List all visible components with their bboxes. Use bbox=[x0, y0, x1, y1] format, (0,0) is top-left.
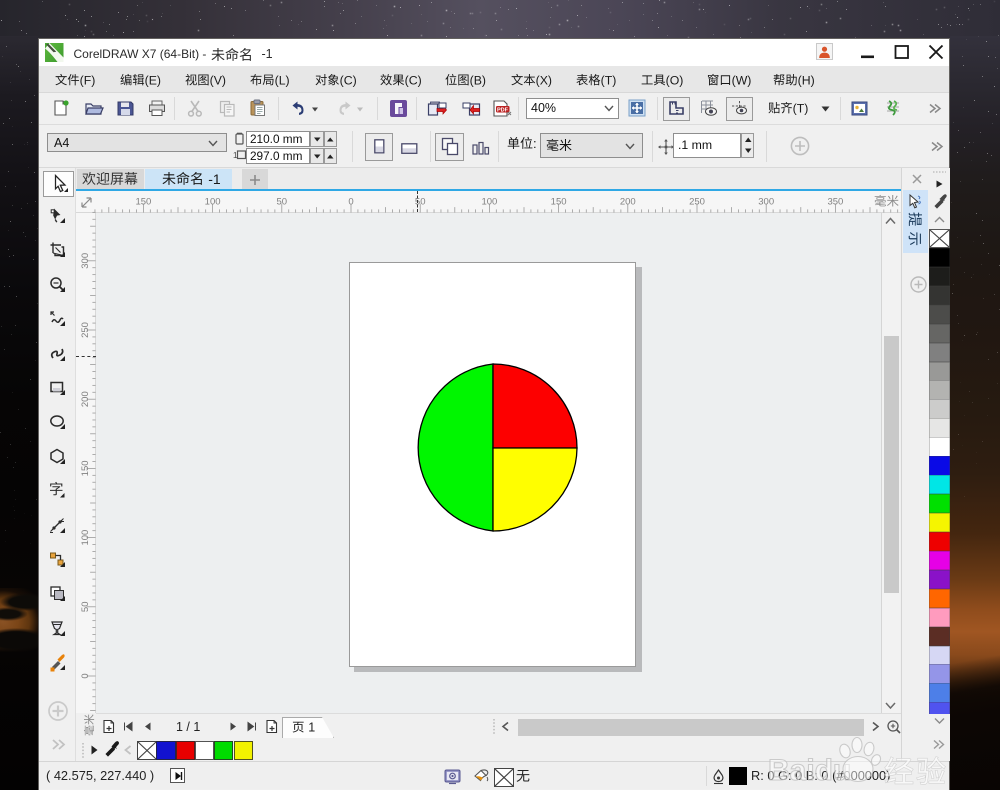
svg-text:150: 150 bbox=[135, 197, 151, 208]
svg-text:150: 150 bbox=[551, 197, 567, 208]
svg-text:(L): (L) bbox=[275, 73, 290, 87]
svg-text:350: 350 bbox=[827, 197, 843, 208]
svg-text:(O): (O) bbox=[666, 73, 684, 87]
svg-text::: : bbox=[533, 136, 537, 151]
svg-text:200: 200 bbox=[620, 197, 636, 208]
svg-text:100: 100 bbox=[205, 197, 221, 208]
svg-text:(F): (F) bbox=[80, 73, 96, 87]
svg-text:300: 300 bbox=[80, 253, 91, 269]
svg-text:(C): (C) bbox=[405, 73, 422, 87]
svg-text:(C): (C) bbox=[340, 73, 357, 87]
svg-text:PDF: PDF bbox=[497, 107, 509, 113]
svg-text:(B): (B) bbox=[470, 73, 486, 87]
svg-text:(W): (W) bbox=[732, 73, 752, 87]
svg-text:250: 250 bbox=[689, 197, 705, 208]
svg-text:200: 200 bbox=[80, 391, 91, 407]
svg-text:(V): (V) bbox=[210, 73, 226, 87]
svg-text:300: 300 bbox=[758, 197, 774, 208]
svg-text:(E): (E) bbox=[145, 73, 161, 87]
svg-text:100: 100 bbox=[481, 197, 497, 208]
svg-text:150: 150 bbox=[80, 460, 91, 476]
svg-text:100: 100 bbox=[80, 530, 91, 546]
svg-text:0: 0 bbox=[80, 673, 91, 678]
svg-text:(T): (T) bbox=[601, 73, 617, 87]
svg-text:50: 50 bbox=[80, 602, 91, 613]
svg-text:1: 1 bbox=[308, 720, 315, 734]
svg-text:-1: -1 bbox=[208, 171, 221, 187]
svg-text:(T): (T) bbox=[793, 101, 809, 115]
svg-text:50: 50 bbox=[277, 197, 288, 208]
svg-text:(X): (X) bbox=[536, 73, 552, 87]
svg-text:250: 250 bbox=[80, 322, 91, 338]
svg-text:(H): (H) bbox=[798, 73, 815, 87]
svg-text:0: 0 bbox=[348, 197, 353, 208]
